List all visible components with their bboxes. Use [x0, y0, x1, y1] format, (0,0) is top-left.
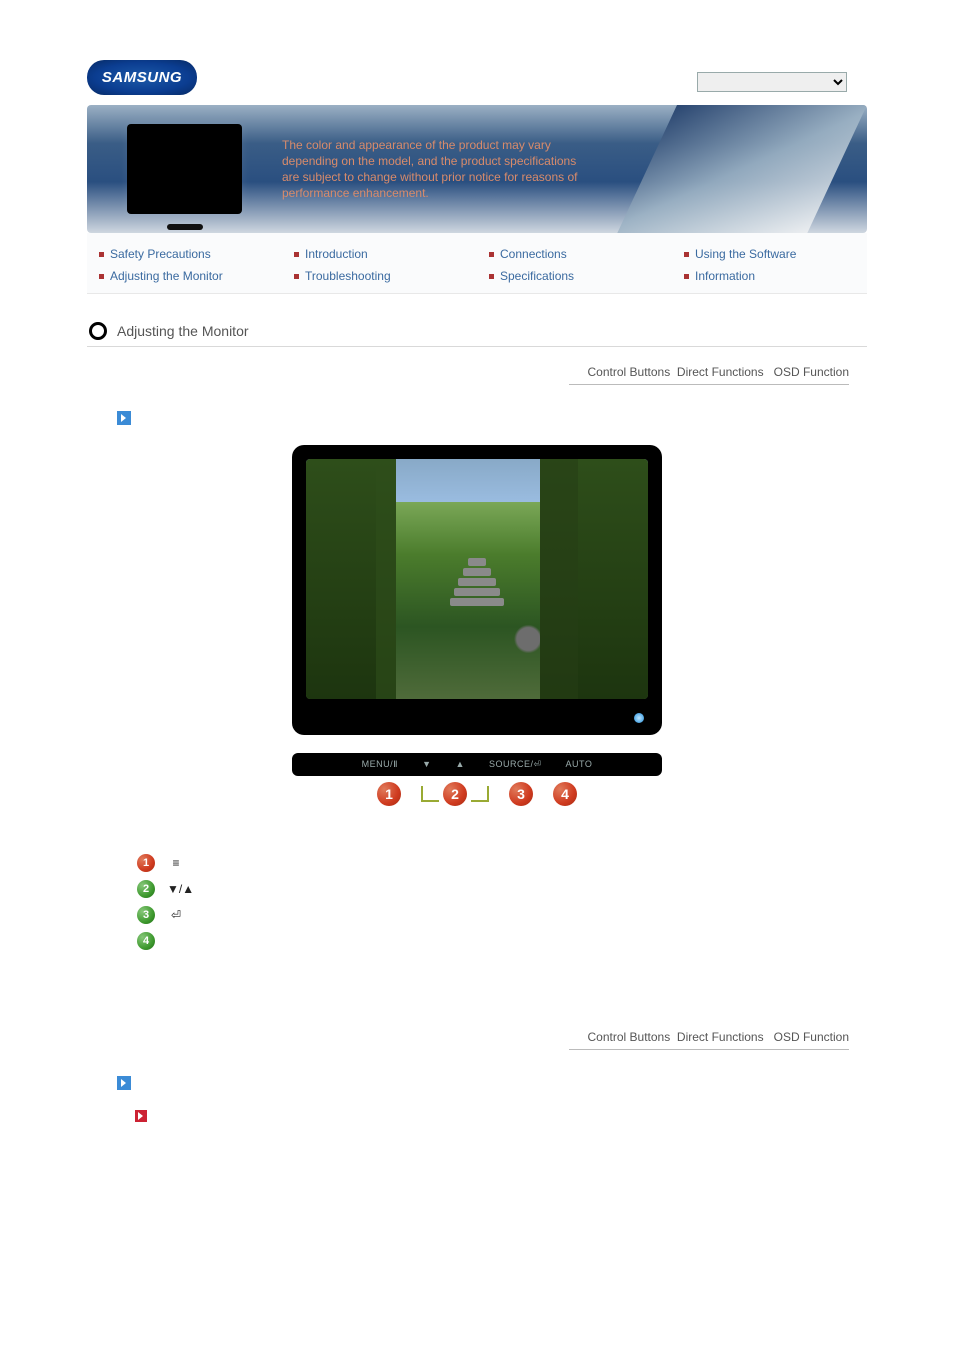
legend-3-badge: 3 — [137, 906, 155, 924]
section-title: Adjusting the Monitor — [87, 318, 867, 347]
button-strip: MENU/Ⅱ ▼ ▲ SOURCE/⏎ AUTO 1 2 3 4 — [292, 753, 662, 806]
nav-using-software[interactable]: Using the Software — [672, 245, 867, 263]
power-led-icon — [634, 713, 644, 723]
tab-control-buttons[interactable]: Control Buttons — [588, 365, 671, 379]
auto-subheader — [135, 1110, 867, 1122]
model-select[interactable] — [697, 72, 847, 92]
arrow-right-red-icon — [135, 1110, 147, 1122]
bullet-icon — [684, 252, 689, 257]
callout-1-icon: 1 — [377, 782, 401, 806]
strip-label-source: SOURCE/⏎ — [489, 759, 542, 770]
legend-row-1: 1 ≡ — [137, 854, 867, 872]
direct-functions-header — [117, 1076, 867, 1090]
pagoda-graphic — [449, 556, 505, 626]
monitor-bezel — [292, 445, 662, 735]
hero-monitor-image — [127, 124, 242, 214]
tab-control-buttons[interactable]: Control Buttons — [588, 1030, 671, 1044]
strip-label-auto: AUTO — [565, 759, 592, 770]
legend-2-badge: 2 — [137, 880, 155, 898]
section-title-text: Adjusting the Monitor — [117, 323, 249, 339]
enter-icon: ⏎ — [167, 908, 185, 922]
nav-label: Information — [695, 269, 755, 283]
button-strip-numbers: 1 2 3 4 — [292, 776, 662, 806]
nav-specifications[interactable]: Specifications — [477, 267, 672, 285]
strip-label-up: ▲ — [456, 759, 465, 770]
nav-safety-precautions[interactable]: Safety Precautions — [87, 245, 282, 263]
bullet-icon — [99, 274, 104, 279]
nav-label: Specifications — [500, 269, 574, 283]
arrow-right-icon — [117, 1076, 131, 1090]
monitor-figure — [292, 445, 662, 735]
legend-row-4: 4 — [137, 932, 867, 950]
arrow-right-icon — [117, 411, 131, 425]
hero-swoosh-graphic — [617, 105, 867, 233]
button-strip-labels: MENU/Ⅱ ▼ ▲ SOURCE/⏎ AUTO — [292, 753, 662, 776]
tab-osd-function[interactable]: OSD Function — [774, 365, 849, 379]
callout-2-bracket: 2 — [421, 782, 489, 806]
brand-logo: SAMSUNG — [87, 60, 197, 95]
nav-label: Introduction — [305, 247, 368, 261]
nav-label: Connections — [500, 247, 567, 261]
bullet-icon — [294, 274, 299, 279]
sub-tabs-bottom: Control Buttons Direct Functions OSD Fun… — [569, 1030, 849, 1050]
callout-4-icon: 4 — [553, 782, 577, 806]
nav-introduction[interactable]: Introduction — [282, 245, 477, 263]
tab-direct-functions[interactable]: Direct Functions — [677, 1030, 764, 1044]
nav-information[interactable]: Information — [672, 267, 867, 285]
menu-icon: ≡ — [167, 856, 185, 870]
legend-row-2: 2 ▼/▲ — [137, 880, 867, 898]
nav-label: Using the Software — [695, 247, 796, 261]
callout-legend: 1 ≡ 2 ▼/▲ 3 ⏎ 4 — [137, 854, 867, 950]
monitor-screen-image — [306, 459, 648, 699]
bullet-icon — [684, 274, 689, 279]
callout-3-icon: 3 — [509, 782, 533, 806]
bracket-right-icon — [471, 786, 489, 802]
updown-icon: ▼/▲ — [167, 882, 194, 896]
hero-banner: The color and appearance of the product … — [87, 105, 867, 233]
legend-1-badge: 1 — [137, 854, 155, 872]
callout-2-icon: 2 — [443, 782, 467, 806]
tab-osd-function[interactable]: OSD Function — [774, 1030, 849, 1044]
main-nav: Safety Precautions Introduction Connecti… — [87, 233, 867, 294]
nav-adjusting-monitor[interactable]: Adjusting the Monitor — [87, 267, 282, 285]
nav-label: Troubleshooting — [305, 269, 391, 283]
nav-troubleshooting[interactable]: Troubleshooting — [282, 267, 477, 285]
bullet-icon — [489, 274, 494, 279]
bullet-icon — [294, 252, 299, 257]
nav-label: Adjusting the Monitor — [110, 269, 223, 283]
nav-label: Safety Precautions — [110, 247, 211, 261]
circle-icon — [89, 322, 107, 340]
hero-notice-text: The color and appearance of the product … — [282, 137, 582, 202]
nav-connections[interactable]: Connections — [477, 245, 672, 263]
bullet-icon — [99, 252, 104, 257]
bullet-icon — [489, 252, 494, 257]
tab-direct-functions[interactable]: Direct Functions — [677, 365, 764, 379]
bracket-left-icon — [421, 786, 439, 802]
legend-row-3: 3 ⏎ — [137, 906, 867, 924]
control-buttons-header — [117, 411, 867, 425]
legend-4-badge: 4 — [137, 932, 155, 950]
strip-label-menu: MENU/Ⅱ — [362, 759, 398, 770]
strip-label-down: ▼ — [422, 759, 431, 770]
sub-tabs: Control Buttons Direct Functions OSD Fun… — [569, 365, 849, 385]
